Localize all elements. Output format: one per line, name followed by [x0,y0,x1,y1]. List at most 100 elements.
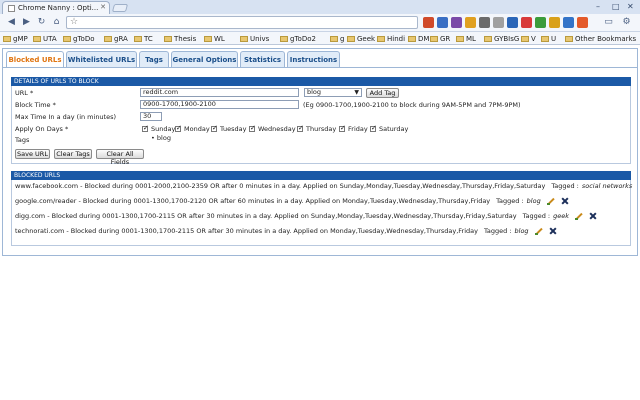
day-monday[interactable]: Monday [175,124,210,133]
edit-icon[interactable] [574,212,583,220]
extension-4-icon[interactable] [465,17,476,28]
close-window-button[interactable]: ✕ [627,2,634,11]
delete-icon[interactable] [549,227,557,235]
save-url-button[interactable]: Save URL [15,149,50,159]
other-bookmarks-label: Other Bookmarks [575,34,637,43]
tab-instructions[interactable]: Instructions [287,51,340,67]
day-saturday[interactable]: Saturday [370,124,408,133]
folder-icon [377,35,385,42]
new-tab-button[interactable] [111,4,129,12]
folder-icon [430,35,438,42]
clear-tags-button[interactable]: Clear Tags [54,149,92,159]
bookmark-item[interactable]: Geek [347,33,375,44]
bookmark-star-icon[interactable]: ☆ [70,17,78,27]
checkbox[interactable] [249,124,256,132]
wrench-icon[interactable]: ⚙ [621,17,632,28]
browser-toolbar: ◀ ▶ ↻ ⌂ ☆ ▭ ⚙ [0,14,640,32]
checkbox[interactable] [142,124,149,132]
extension-1-icon[interactable] [423,17,434,28]
maximize-button[interactable]: □ [612,2,620,11]
delete-icon[interactable] [561,197,569,205]
add-tag-button[interactable]: Add Tag [366,88,399,98]
extension-12-icon[interactable] [577,17,588,28]
day-tuesday[interactable]: Tuesday [211,124,246,133]
block-time-hint: (Eg 0900-1700,1900-2100 to block during … [303,101,521,109]
tab-general-options[interactable]: General Options [171,51,238,67]
day-wednesday[interactable]: Wednesday [249,124,296,133]
tab-statistics[interactable]: Statistics [240,51,285,67]
bookmark-item[interactable]: DM [408,33,429,44]
clear-all-fields-button[interactable]: Clear All Fields [96,149,144,166]
apply-days-label: Apply On Days * [15,125,69,133]
day-thursday[interactable]: Thursday [297,124,336,133]
browser-titlebar: Chrome Nanny : Opti... ✕ – □ ✕ [0,0,640,14]
minimize-button[interactable]: – [596,2,600,11]
back-icon[interactable]: ◀ [6,17,17,28]
tab-divider [3,67,637,68]
reload-icon[interactable]: ↻ [36,17,47,28]
bookmark-item[interactable]: V [521,33,536,44]
block-time-input[interactable]: 0900-1700,1900-2100 [140,100,299,109]
folder-icon [3,35,11,42]
browser-tab[interactable]: Chrome Nanny : Opti... ✕ [2,1,110,14]
tag-select[interactable]: blog ▼ [304,88,362,97]
bookmark-item[interactable]: WL [204,33,225,44]
max-time-input[interactable]: 30 [140,112,162,121]
edit-icon[interactable] [534,227,543,235]
checkbox[interactable] [370,124,377,132]
bookmark-item[interactable]: Thesis [164,33,196,44]
bookmark-label: V [531,34,536,43]
folder-icon [565,35,573,42]
extension-7-icon[interactable] [507,17,518,28]
url-label: URL * [15,89,34,97]
day-sunday[interactable]: Sunday [142,124,175,133]
extension-3-icon[interactable] [451,17,462,28]
bookmark-item[interactable]: Univs [240,33,269,44]
bookmark-item[interactable]: GR [430,33,450,44]
extension-5-icon[interactable] [479,17,490,28]
url-input[interactable]: reddit.com [140,88,299,97]
close-tab-icon[interactable]: ✕ [100,3,106,11]
folder-icon [204,35,212,42]
bookmark-item[interactable]: gMP [3,33,28,44]
bookmark-item[interactable]: gToDo2 [280,33,316,44]
extension-11-icon[interactable] [563,17,574,28]
extension-2-icon[interactable] [437,17,448,28]
bookmark-item[interactable]: gToDo [63,33,95,44]
bookmark-item[interactable]: gRA [104,33,128,44]
checkbox[interactable] [175,124,182,132]
bookmark-item[interactable]: U [541,33,556,44]
extension-8-icon[interactable] [521,17,532,28]
tag-list-item: • blog [151,134,171,142]
page-menu-icon[interactable]: ▭ [603,17,614,28]
checkbox[interactable] [339,124,346,132]
extension-6-icon[interactable] [493,17,504,28]
bookmark-label: WL [214,34,225,43]
bookmark-item[interactable]: Hindi [377,33,405,44]
extension-10-icon[interactable] [549,17,560,28]
tab-whitelisted-urls[interactable]: Whitelisted URLs [66,51,137,67]
tab-blocked-urls[interactable]: Blocked URLs [6,51,64,68]
forward-icon[interactable]: ▶ [21,17,32,28]
edit-icon[interactable] [546,197,555,205]
day-friday[interactable]: Friday [339,124,368,133]
bookmark-item[interactable]: g [330,33,344,44]
checkbox[interactable] [297,124,304,132]
tagged-label: Tagged : [484,227,512,235]
checkbox[interactable] [211,124,218,132]
bookmark-label: ML [466,34,476,43]
bookmark-item[interactable]: GYBIsG [484,33,519,44]
other-bookmarks[interactable]: Other Bookmarks [565,33,636,44]
delete-icon[interactable] [589,212,597,220]
tab-tags[interactable]: Tags [139,51,169,67]
home-icon[interactable]: ⌂ [51,17,62,28]
bookmark-item[interactable]: TC [134,33,153,44]
bookmark-label: Geek [357,34,376,43]
address-bar[interactable]: ☆ [66,16,418,29]
bookmark-item[interactable]: ML [456,33,476,44]
blocked-list: www.facebook.com - Blocked during 0001-2… [11,180,632,246]
extension-9-icon[interactable] [535,17,546,28]
bookmark-label: Univs [250,34,270,43]
bookmark-label: Hindi [387,34,406,43]
bookmark-item[interactable]: UTA [33,33,57,44]
